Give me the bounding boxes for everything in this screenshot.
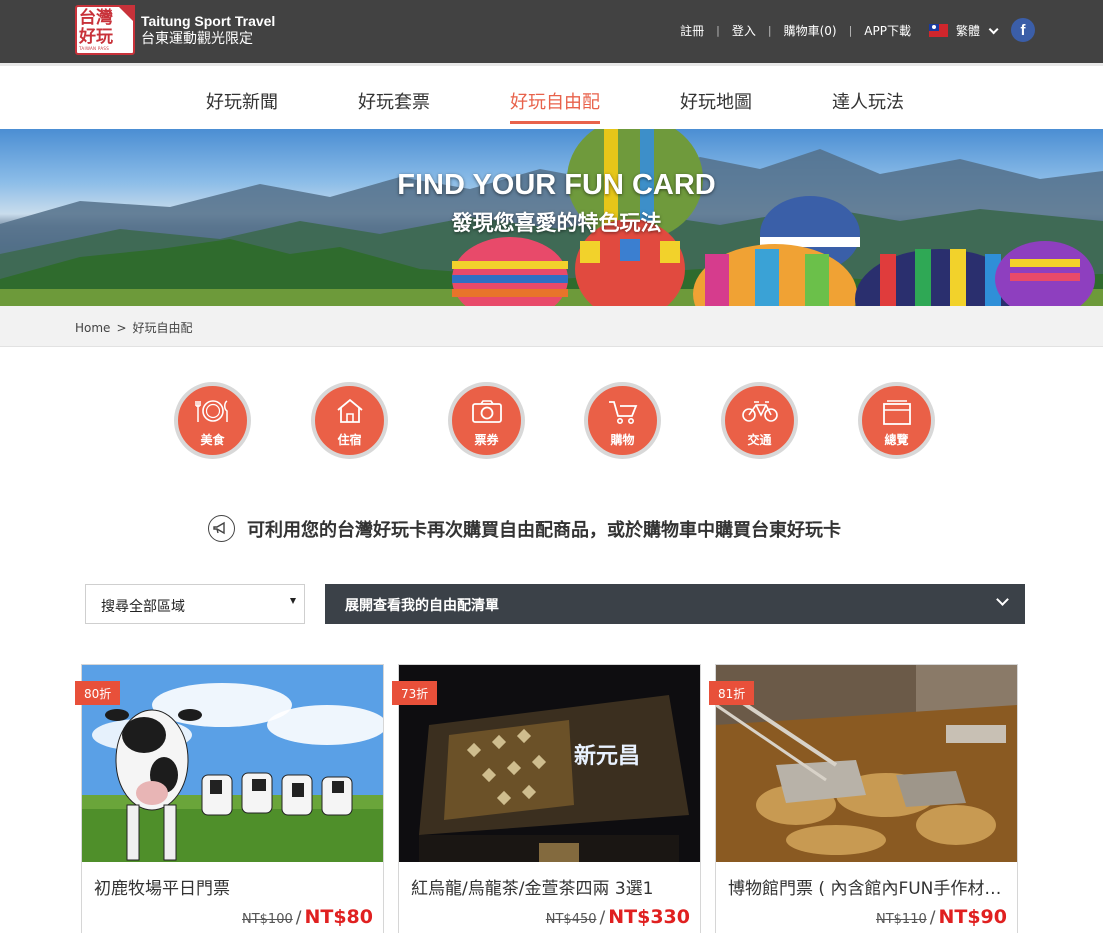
my-list-label: 展開查看我的自由配清單 bbox=[345, 598, 499, 614]
logo-text: Taitung Sport Travel 台東運動觀光限定 bbox=[141, 13, 275, 48]
top-bar: 台灣 好玩 TAIWAN PASS Taitung Sport Travel 台… bbox=[0, 0, 1103, 63]
login-link[interactable]: 登入 bbox=[732, 22, 756, 39]
region-selected-value: 搜尋全部區域 bbox=[101, 599, 185, 615]
product-card[interactable]: 81折 博物館門票 ( 內含館內FUN手作材料費 ) NT$110/NT$90 bbox=[709, 664, 1018, 933]
original-price: NT$100 bbox=[241, 912, 293, 927]
breadcrumb-home[interactable]: Home bbox=[75, 321, 110, 335]
category-label: 購物 bbox=[610, 433, 635, 447]
sale-price: NT$90 bbox=[938, 906, 1007, 928]
taiwan-pass-logo: 台灣 好玩 TAIWAN PASS bbox=[75, 5, 135, 55]
notice: 可利用您的台灣好玩卡再次購買自由配商品，或於購物車中購買台東好玩卡 bbox=[208, 515, 841, 542]
hero-banner: FIND YOUR FUN CARD 發現您喜愛的特色玩法 bbox=[0, 129, 1103, 306]
logo-line1: 台灣 bbox=[79, 8, 113, 28]
cart-link[interactable]: 購物車(0) bbox=[784, 22, 837, 39]
taiwan-flag-icon bbox=[928, 23, 948, 37]
camera-icon bbox=[471, 400, 502, 423]
register-link[interactable]: 註冊 bbox=[680, 22, 704, 39]
dining-icon bbox=[194, 400, 228, 422]
price-block: NT$100/NT$80 bbox=[242, 906, 373, 928]
megaphone-icon bbox=[208, 515, 235, 542]
sale-price: NT$330 bbox=[608, 906, 690, 928]
category-label: 交通 bbox=[747, 433, 772, 447]
divider: | bbox=[716, 23, 720, 37]
category-lodging[interactable]: 住宿 bbox=[311, 382, 388, 459]
breadcrumb-current: 好玩自由配 bbox=[132, 321, 193, 335]
category-shopping[interactable]: 購物 bbox=[584, 382, 661, 459]
nav-item-packages[interactable]: 好玩套票 bbox=[358, 88, 430, 114]
banner-subtitle: 發現您喜愛的特色玩法 bbox=[451, 211, 662, 235]
notice-text: 可利用您的台灣好玩卡再次購買自由配商品，或於購物車中購買台東好玩卡 bbox=[247, 519, 841, 541]
original-price: NT$110 bbox=[875, 912, 927, 927]
product-name[interactable]: 紅烏龍/烏龍茶/金萱茶四兩 3選1 bbox=[411, 874, 691, 899]
price-separator: / bbox=[599, 908, 606, 928]
category-label: 住宿 bbox=[337, 433, 362, 447]
logo-line2: 好玩 bbox=[79, 27, 113, 47]
region-select[interactable]: 搜尋全部區域 bbox=[85, 584, 305, 624]
house-icon bbox=[336, 398, 363, 423]
shop-sign-text: 新元昌 bbox=[574, 743, 640, 769]
site-logo[interactable]: 台灣 好玩 TAIWAN PASS Taitung Sport Travel 台… bbox=[75, 5, 275, 55]
site-name-en: Taitung Sport Travel bbox=[141, 12, 276, 29]
category-overview[interactable]: 總覽 bbox=[858, 382, 935, 459]
price-separator: / bbox=[295, 908, 302, 928]
category-label: 票券 bbox=[474, 433, 499, 447]
category-transport[interactable]: 交通 bbox=[721, 382, 798, 459]
chevron-down-icon bbox=[996, 593, 1009, 606]
chevron-down-icon bbox=[988, 23, 999, 34]
language-label: 繁體 bbox=[955, 23, 980, 38]
language-selector[interactable]: 繁體 bbox=[955, 22, 999, 39]
divider: | bbox=[848, 23, 853, 37]
logo-corner bbox=[117, 5, 135, 23]
category-tickets[interactable]: 票券 bbox=[448, 382, 525, 459]
top-links: 註冊 | 登入 | 購物車(0) | APP下載 繁體 f bbox=[680, 18, 1103, 42]
caret-down-icon bbox=[290, 598, 296, 604]
price-separator: / bbox=[929, 908, 936, 928]
nav-item-free-combo[interactable]: 好玩自由配 bbox=[510, 88, 600, 124]
price-block: NT$110/NT$90 bbox=[876, 906, 1007, 928]
original-price: NT$450 bbox=[545, 912, 597, 927]
category-dining[interactable]: 美食 bbox=[174, 382, 251, 459]
banner-title: FIND YOUR FUN CARD bbox=[397, 169, 716, 201]
logo-pass: TAIWAN PASS bbox=[79, 46, 110, 51]
product-name[interactable]: 初鹿牧場平日門票 bbox=[94, 874, 374, 899]
price-block: NT$450/NT$330 bbox=[546, 906, 690, 928]
category-label: 美食 bbox=[200, 433, 225, 447]
my-list-toggle[interactable]: 展開查看我的自由配清單 bbox=[325, 584, 1025, 624]
overview-icon bbox=[882, 400, 911, 425]
app-download-link[interactable]: APP下載 bbox=[864, 22, 911, 39]
discount-badge: 80折 bbox=[75, 681, 120, 705]
product-image: 新元昌 bbox=[399, 665, 700, 862]
site-name-zh: 台東運動觀光限定 bbox=[141, 30, 253, 47]
product-card[interactable]: 80折 初鹿牧場平日門票 NT$100/NT$80 bbox=[75, 664, 384, 933]
divider: | bbox=[767, 23, 772, 37]
discount-badge: 73折 bbox=[392, 681, 437, 705]
product-name[interactable]: 博物館門票 ( 內含館內FUN手作材料費 ) bbox=[728, 874, 1008, 899]
product-image bbox=[716, 665, 1017, 862]
breadcrumb-separator: > bbox=[116, 321, 127, 335]
product-card[interactable]: 新元昌 73折 紅烏龍/烏龍茶/金萱茶四兩 3選1 NT$450/NT$330 bbox=[392, 664, 701, 933]
facebook-icon[interactable]: f bbox=[1011, 18, 1035, 42]
discount-badge: 81折 bbox=[709, 681, 754, 705]
product-image bbox=[82, 665, 383, 862]
nav-item-map[interactable]: 好玩地圖 bbox=[680, 88, 752, 114]
main-nav: 好玩新聞 好玩套票 好玩自由配 好玩地圖 達人玩法 bbox=[0, 63, 1103, 129]
nav-item-expert[interactable]: 達人玩法 bbox=[832, 88, 904, 114]
sale-price: NT$80 bbox=[304, 906, 373, 928]
breadcrumb: Home > 好玩自由配 bbox=[0, 306, 1103, 347]
category-label: 總覽 bbox=[884, 433, 909, 447]
nav-item-news[interactable]: 好玩新聞 bbox=[206, 88, 278, 114]
cart-icon bbox=[608, 401, 637, 424]
bicycle-icon bbox=[741, 401, 778, 422]
